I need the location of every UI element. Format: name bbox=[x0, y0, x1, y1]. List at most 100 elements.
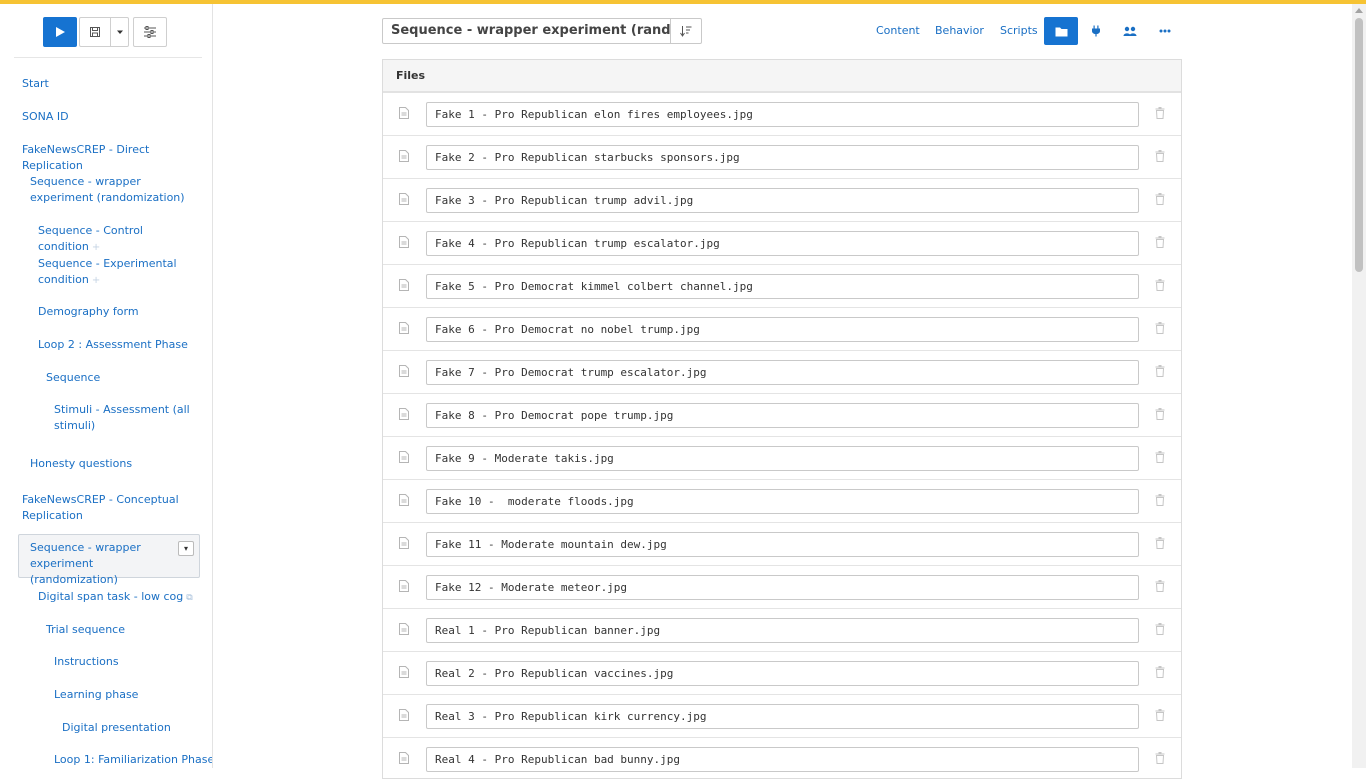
item-options-dropdown[interactable]: ▾ bbox=[178, 541, 194, 556]
component-title-group: Sequence - wrapper experiment (randomiza… bbox=[382, 18, 702, 44]
tree-item-label: Sequence - Experimental condition bbox=[38, 257, 177, 286]
file-name-input[interactable]: Fake 3 - Pro Republican trump advil.jpg bbox=[426, 188, 1139, 213]
tree-item-selected[interactable]: Sequence - wrapper experiment (randomiza… bbox=[30, 540, 176, 588]
save-icon bbox=[90, 27, 100, 37]
tree-item-label: Sequence bbox=[46, 371, 101, 384]
delete-file-icon[interactable] bbox=[1155, 193, 1165, 205]
tree-item[interactable]: Sequence - Experimental condition + bbox=[38, 256, 178, 289]
file-name-input[interactable]: Fake 9 - Moderate takis.jpg bbox=[426, 446, 1139, 471]
tree-item[interactable]: Start bbox=[22, 76, 192, 92]
tree-item-label: FakeNewsCREP - Conceptual Replication bbox=[22, 493, 179, 522]
delete-file-icon[interactable] bbox=[1155, 408, 1165, 420]
settings-button[interactable] bbox=[133, 17, 167, 47]
file-icon bbox=[399, 580, 409, 592]
delete-file-icon[interactable] bbox=[1155, 279, 1165, 291]
more-options-button[interactable] bbox=[1155, 17, 1175, 45]
file-row: Real 2 - Pro Republican vaccines.jpg bbox=[383, 652, 1181, 695]
tree-item-label: Stimuli - Assessment (all stimuli) bbox=[54, 403, 190, 432]
tree-item[interactable]: Learning phase bbox=[54, 687, 212, 703]
tree-item[interactable]: FakeNewsCREP - Conceptual Replication bbox=[22, 492, 182, 524]
delete-file-icon[interactable] bbox=[1155, 709, 1165, 721]
tree-item[interactable]: SONA ID bbox=[22, 109, 192, 125]
delete-file-icon[interactable] bbox=[1155, 623, 1165, 635]
file-name-input[interactable]: Fake 10 - moderate floods.jpg bbox=[426, 489, 1139, 514]
folder-icon bbox=[1055, 27, 1067, 36]
sliders-icon bbox=[144, 26, 156, 38]
file-icon bbox=[399, 408, 409, 420]
tree-item-label: Loop 1: Familiarization Phase bbox=[54, 753, 213, 766]
delete-file-icon[interactable] bbox=[1155, 494, 1165, 506]
delete-file-icon[interactable] bbox=[1155, 537, 1165, 549]
sidebar: ▾ Start SONA ID FakeNewsCREP - Direct Re… bbox=[0, 4, 213, 768]
tab-behavior[interactable]: Behavior bbox=[935, 17, 984, 45]
external-link-icon: ⧉ bbox=[186, 593, 193, 603]
file-row: Real 3 - Pro Republican kirk currency.jp… bbox=[383, 695, 1181, 738]
tab-participants[interactable] bbox=[1120, 17, 1140, 45]
delete-file-icon[interactable] bbox=[1155, 107, 1165, 119]
file-name-input[interactable]: Fake 12 - Moderate meteor.jpg bbox=[426, 575, 1139, 600]
tree-item-label: Learning phase bbox=[54, 688, 139, 701]
tree-item[interactable]: Loop 2 : Assessment Phase bbox=[38, 337, 208, 353]
tree-item-label: SONA ID bbox=[22, 110, 69, 123]
users-icon bbox=[1123, 26, 1137, 36]
tree-item[interactable]: Instructions bbox=[54, 654, 212, 670]
delete-file-icon[interactable] bbox=[1155, 150, 1165, 162]
tree-item[interactable]: Demography form bbox=[38, 304, 208, 320]
file-row: Fake 10 - moderate floods.jpg bbox=[383, 480, 1181, 523]
file-name-input[interactable]: Fake 6 - Pro Democrat no nobel trump.jpg bbox=[426, 317, 1139, 342]
file-name-input[interactable]: Fake 5 - Pro Democrat kimmel colbert cha… bbox=[426, 274, 1139, 299]
delete-file-icon[interactable] bbox=[1155, 752, 1165, 764]
file-name-input[interactable]: Fake 7 - Pro Democrat trump escalator.jp… bbox=[426, 360, 1139, 385]
tree-item[interactable]: FakeNewsCREP - Direct Replication bbox=[22, 142, 202, 174]
save-options-dropdown[interactable] bbox=[111, 17, 129, 47]
delete-file-icon[interactable] bbox=[1155, 322, 1165, 334]
caret-down-icon bbox=[116, 30, 123, 34]
tab-content[interactable]: Content bbox=[876, 17, 920, 45]
delete-file-icon[interactable] bbox=[1155, 666, 1165, 678]
tree-item-label: Sequence - Control condition bbox=[38, 224, 143, 253]
file-name-input[interactable]: Fake 4 - Pro Republican trump escalator.… bbox=[426, 231, 1139, 256]
tab-files[interactable] bbox=[1044, 17, 1078, 45]
delete-file-icon[interactable] bbox=[1155, 365, 1165, 377]
file-name-input[interactable]: Fake 1 - Pro Republican elon fires emplo… bbox=[426, 102, 1139, 127]
file-row: Fake 4 - Pro Republican trump escalator.… bbox=[383, 222, 1181, 265]
file-name-input[interactable]: Real 2 - Pro Republican vaccines.jpg bbox=[426, 661, 1139, 686]
delete-file-icon[interactable] bbox=[1155, 236, 1165, 248]
scroll-up-arrow[interactable] bbox=[1355, 8, 1363, 13]
expand-icon[interactable]: + bbox=[92, 242, 100, 253]
plug-icon bbox=[1092, 25, 1100, 37]
delete-file-icon[interactable] bbox=[1155, 580, 1165, 592]
tree-item[interactable]: Sequence bbox=[46, 370, 212, 386]
delete-file-icon[interactable] bbox=[1155, 451, 1165, 463]
expand-icon[interactable]: + bbox=[92, 275, 100, 286]
file-name-input[interactable]: Fake 8 - Pro Democrat pope trump.jpg bbox=[426, 403, 1139, 428]
tree-item[interactable]: Stimuli - Assessment (all stimuli) bbox=[54, 402, 194, 434]
file-name-input[interactable]: Real 1 - Pro Republican banner.jpg bbox=[426, 618, 1139, 643]
tab-scripts[interactable]: Scripts bbox=[1000, 17, 1038, 45]
file-row: Fake 12 - Moderate meteor.jpg bbox=[383, 566, 1181, 609]
tree-item[interactable]: Digital presentation bbox=[62, 720, 212, 736]
save-button[interactable] bbox=[79, 17, 111, 47]
file-name-input[interactable]: Real 3 - Pro Republican kirk currency.jp… bbox=[426, 704, 1139, 729]
file-name-input[interactable]: Fake 2 - Pro Republican starbucks sponso… bbox=[426, 145, 1139, 170]
tree-item[interactable]: Sequence - Control condition + bbox=[38, 223, 208, 256]
file-name-input[interactable]: Fake 11 - Moderate mountain dew.jpg bbox=[426, 532, 1139, 557]
file-name-input[interactable]: Real 4 - Pro Republican bad bunny.jpg bbox=[426, 747, 1139, 772]
sort-button[interactable] bbox=[671, 18, 702, 44]
tree-item[interactable]: Digital span task - low cog ⧉ bbox=[38, 589, 208, 606]
sort-icon bbox=[680, 26, 692, 37]
files-heading: Files bbox=[383, 60, 1181, 93]
tree-item[interactable]: Trial sequence bbox=[46, 622, 212, 638]
scrollbar-thumb[interactable] bbox=[1355, 18, 1363, 272]
tree-item[interactable]: Loop 1: Familiarization Phase bbox=[54, 752, 212, 768]
file-row: Real 1 - Pro Republican banner.jpg bbox=[383, 609, 1181, 652]
run-button[interactable] bbox=[43, 17, 77, 47]
file-icon bbox=[399, 623, 409, 635]
tree-item[interactable]: Sequence - wrapper experiment (randomiza… bbox=[30, 174, 190, 206]
file-row: Fake 6 - Pro Democrat no nobel trump.jpg bbox=[383, 308, 1181, 351]
tree-item[interactable]: Honesty questions bbox=[30, 456, 200, 472]
tree-item-label: Sequence - wrapper experiment (randomiza… bbox=[30, 541, 141, 586]
component-title-input[interactable]: Sequence - wrapper experiment (randomiza… bbox=[382, 18, 671, 44]
tree-item-label: Instructions bbox=[54, 655, 119, 668]
tab-plugins[interactable] bbox=[1086, 17, 1106, 45]
